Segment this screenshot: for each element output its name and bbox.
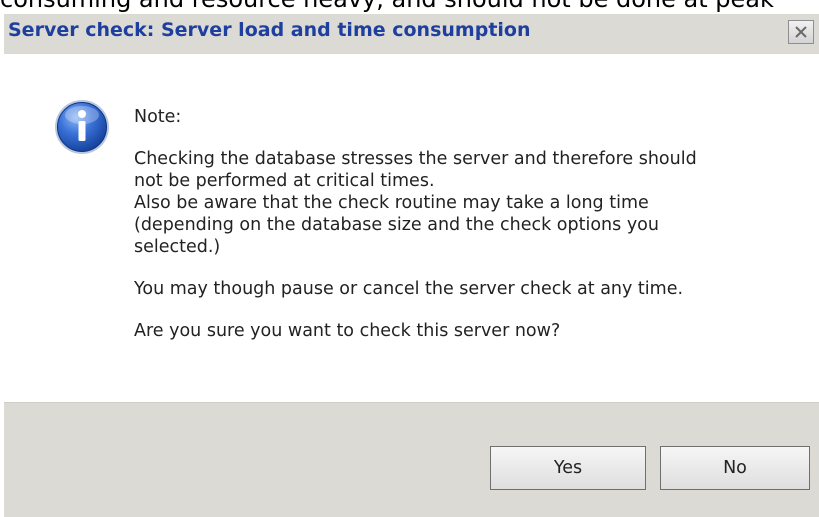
background-document-text: consuming and resource heavy, and should… <box>0 0 774 14</box>
page: consuming and resource heavy, and should… <box>0 0 819 517</box>
dialog-titlebar[interactable]: Server check: Server load and time consu… <box>4 14 819 54</box>
dialog-footer: Yes No <box>4 402 819 517</box>
note-heading: Note: <box>134 107 182 127</box>
message-line: not be performed at critical times. <box>134 171 435 191</box>
close-button[interactable] <box>788 20 814 44</box>
close-icon <box>795 26 807 38</box>
dialog-title: Server check: Server load and time consu… <box>8 19 531 41</box>
dialog-content: Note: Checking the database stresses the… <box>4 54 819 402</box>
dialog-message: Note: Checking the database stresses the… <box>134 106 794 342</box>
no-button[interactable]: No <box>660 446 810 490</box>
message-line: selected.) <box>134 237 221 257</box>
server-check-dialog: Server check: Server load and time consu… <box>4 14 819 517</box>
message-line: Also be aware that the check routine may… <box>134 193 649 213</box>
info-icon <box>55 100 109 154</box>
message-line: (depending on the database size and the … <box>134 215 659 235</box>
pause-cancel-line: You may though pause or cancel the serve… <box>134 279 684 299</box>
yes-button[interactable]: Yes <box>490 446 646 490</box>
message-line: Checking the database stresses the serve… <box>134 149 697 169</box>
confirmation-question: Are you sure you want to check this serv… <box>134 321 561 341</box>
